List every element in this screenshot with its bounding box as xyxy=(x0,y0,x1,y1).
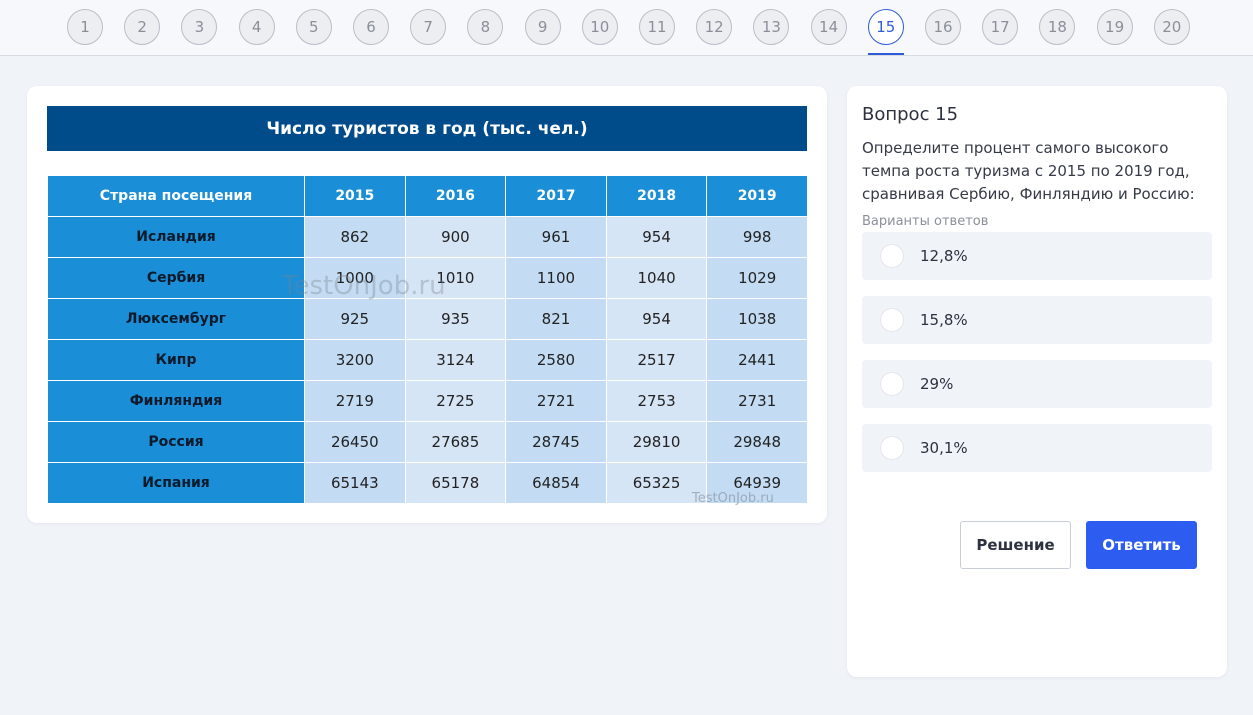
question-number-2[interactable]: 2 xyxy=(124,9,161,45)
answers-label: Варианты ответов xyxy=(862,214,989,229)
value-cell: 2517 xyxy=(605,339,708,381)
value-cell: 954 xyxy=(605,216,708,258)
value-cell: 1029 xyxy=(706,257,808,299)
question-number-9[interactable]: 9 xyxy=(524,9,561,45)
radio-button[interactable] xyxy=(880,372,904,396)
value-cell: 954 xyxy=(605,298,708,340)
value-cell: 28745 xyxy=(505,421,607,463)
tourists-table: Страна посещения 2015 2016 2017 2018 201… xyxy=(47,175,808,504)
value-cell: 3124 xyxy=(404,339,507,381)
value-cell: 29810 xyxy=(605,421,708,463)
question-number-4[interactable]: 4 xyxy=(238,9,275,45)
value-cell: 821 xyxy=(505,298,607,340)
answer-option[interactable]: 15,8% xyxy=(862,296,1212,344)
value-cell: 998 xyxy=(706,216,808,258)
table-row: Кипр 3200 3124 2580 2517 2441 xyxy=(47,339,808,381)
question-number-10[interactable]: 10 xyxy=(581,9,618,45)
column-header-year: 2019 xyxy=(706,175,808,217)
value-cell: 65178 xyxy=(404,462,507,504)
watermark-small: TestOnJob.ru xyxy=(692,491,774,506)
value-cell: 935 xyxy=(404,298,507,340)
value-cell: 2725 xyxy=(404,380,507,422)
value-cell: 925 xyxy=(304,298,406,340)
question-number-14[interactable]: 14 xyxy=(810,9,847,45)
column-header-country: Страна посещения xyxy=(47,175,305,217)
question-text: Определите процент самого высокого темпа… xyxy=(862,139,1195,203)
value-cell: 26450 xyxy=(304,421,406,463)
value-cell: 65143 xyxy=(304,462,406,504)
answer-option-label: 29% xyxy=(920,375,954,393)
table-row: Исландия 862 900 961 954 998 xyxy=(47,216,808,258)
question-number-20[interactable]: 20 xyxy=(1153,9,1190,45)
table-card: Число туристов в год (тыс. чел.) Страна … xyxy=(27,86,827,523)
question-number-19[interactable]: 19 xyxy=(1096,9,1133,45)
column-header-year: 2018 xyxy=(605,175,708,217)
value-cell: 2580 xyxy=(505,339,607,381)
value-cell: 961 xyxy=(505,216,607,258)
radio-button[interactable] xyxy=(880,244,904,268)
value-cell: 2753 xyxy=(605,380,708,422)
table-row: Россия 26450 27685 28745 29810 29848 xyxy=(47,421,808,463)
question-number-15[interactable]: 15 xyxy=(867,9,904,45)
answer-button[interactable]: Ответить xyxy=(1086,521,1197,569)
value-cell: 2441 xyxy=(706,339,808,381)
table-row: Люксембург 925 935 821 954 1038 xyxy=(47,298,808,340)
column-header-year: 2017 xyxy=(505,175,607,217)
question-number-17[interactable]: 17 xyxy=(982,9,1019,45)
question-number-12[interactable]: 12 xyxy=(696,9,733,45)
table-row: Финляндия 2719 2725 2721 2753 2731 xyxy=(47,380,808,422)
question-number-3[interactable]: 3 xyxy=(181,9,218,45)
value-cell: 3200 xyxy=(304,339,406,381)
answer-option-label: 12,8% xyxy=(920,247,968,265)
answer-option-label: 30,1% xyxy=(920,439,968,457)
column-header-year: 2016 xyxy=(404,175,507,217)
country-cell: Сербия xyxy=(47,257,305,299)
value-cell: 1038 xyxy=(706,298,808,340)
value-cell: 1040 xyxy=(605,257,708,299)
question-number-16[interactable]: 16 xyxy=(925,9,961,45)
question-title: Вопрос 15 xyxy=(862,104,959,125)
question-number-6[interactable]: 6 xyxy=(353,9,389,45)
question-number-11[interactable]: 11 xyxy=(639,9,675,45)
value-cell: 862 xyxy=(304,216,406,258)
radio-button[interactable] xyxy=(880,308,904,332)
value-cell: 29848 xyxy=(706,421,808,463)
radio-button[interactable] xyxy=(880,436,904,460)
question-number-1[interactable]: 1 xyxy=(67,9,103,45)
table-title: Число туристов в год (тыс. чел.) xyxy=(47,106,807,151)
question-number-8[interactable]: 8 xyxy=(467,9,504,45)
watermark: TestOnJob.ru xyxy=(282,271,446,301)
answer-option[interactable]: 30,1% xyxy=(862,424,1212,472)
country-cell: Россия xyxy=(47,421,305,463)
active-question-underline xyxy=(867,53,904,55)
question-navigation: 1 2 3 4 5 6 7 8 9 10 11 12 13 14 15 16 17 18 19 20 xyxy=(0,0,1253,56)
answer-option[interactable]: 12,8% xyxy=(862,232,1212,280)
question-card: Вопрос 15 Определите процент самого высо… xyxy=(847,86,1227,677)
value-cell: 900 xyxy=(404,216,507,258)
question-number-7[interactable]: 7 xyxy=(410,9,447,45)
answer-option-label: 15,8% xyxy=(920,311,968,329)
question-number-13[interactable]: 13 xyxy=(753,9,790,45)
value-cell: 2731 xyxy=(706,380,808,422)
column-header-year: 2015 xyxy=(304,175,406,217)
solution-button[interactable]: Решение xyxy=(960,521,1071,569)
country-cell: Люксембург xyxy=(47,298,305,340)
value-cell: 2721 xyxy=(505,380,607,422)
country-cell: Финляндия xyxy=(47,380,305,422)
country-cell: Испания xyxy=(47,462,305,504)
value-cell: 2719 xyxy=(304,380,406,422)
country-cell: Исландия xyxy=(47,216,305,258)
country-cell: Кипр xyxy=(47,339,305,381)
value-cell: 27685 xyxy=(404,421,507,463)
answer-option[interactable]: 29% xyxy=(862,360,1212,408)
value-cell: 64854 xyxy=(505,462,607,504)
question-number-5[interactable]: 5 xyxy=(295,9,332,45)
value-cell: 1100 xyxy=(505,257,607,299)
table-header-row: Страна посещения 2015 2016 2017 2018 201… xyxy=(47,175,808,217)
question-number-18[interactable]: 18 xyxy=(1039,9,1076,45)
